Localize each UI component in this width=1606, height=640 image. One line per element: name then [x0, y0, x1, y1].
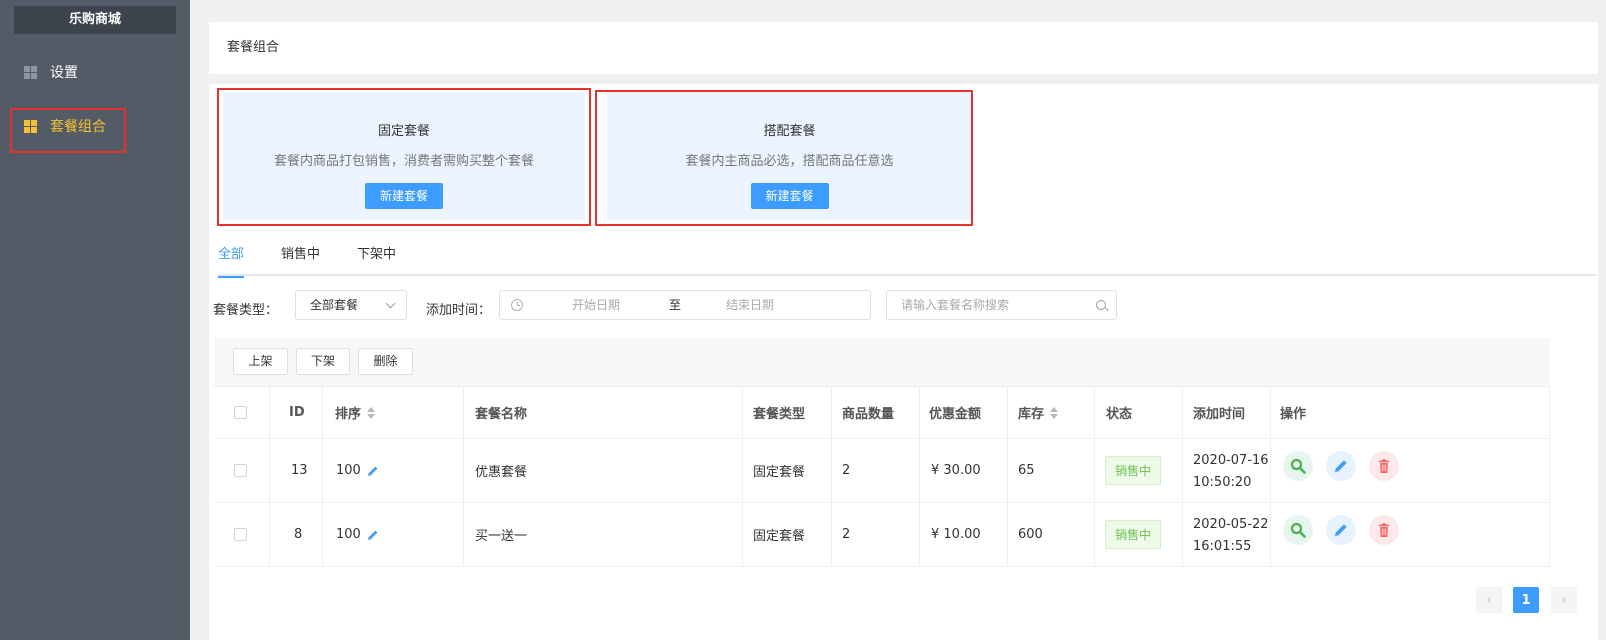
sort-value: 100 [336, 463, 361, 478]
delete-row-button[interactable] [1369, 515, 1399, 545]
row-checkbox[interactable] [234, 464, 247, 477]
off-shelf-button[interactable]: 下架 [296, 348, 350, 375]
row-checkbox[interactable] [234, 528, 247, 541]
date-separator: 至 [669, 298, 682, 312]
sort-icon[interactable] [1050, 406, 1059, 419]
column-header-name: 套餐名称 [475, 407, 528, 422]
cell-discount: ¥ 10.00 [931, 527, 981, 542]
add-time-label: 添加时间： [426, 303, 492, 318]
trash-icon [1379, 523, 1389, 537]
column-header-sort[interactable]: 排序 [335, 387, 376, 438]
cell-name: 优惠套餐 [475, 465, 528, 480]
search-icon[interactable] [1096, 300, 1106, 310]
select-all-checkbox[interactable] [234, 406, 247, 419]
sort-icon[interactable] [367, 406, 376, 419]
search-input[interactable]: 请输入套餐名称搜索 [886, 290, 1117, 320]
grid-icon [24, 65, 37, 79]
trash-icon [1379, 459, 1389, 473]
tab-on-sale[interactable]: 销售中 [281, 244, 320, 276]
column-header-actions: 操作 [1280, 407, 1307, 422]
search-icon [1290, 458, 1306, 474]
sidebar: 乐购商城 设置 套餐组合 [0, 0, 190, 640]
clock-icon [511, 299, 523, 311]
highlight-box [10, 108, 126, 153]
cell-discount: ¥ 30.00 [931, 463, 981, 478]
pencil-icon [1335, 460, 1347, 472]
column-header-discount: 优惠金额 [929, 407, 982, 422]
column-header-stock[interactable]: 库存 [1018, 387, 1059, 438]
column-header-status: 状态 [1106, 407, 1133, 422]
main-panel: 固定套餐 套餐内商品打包销售，消费者需购买整个套餐 新建套餐 搭配套餐 套餐内主… [209, 84, 1598, 640]
column-header-added: 添加时间 [1193, 407, 1246, 422]
status-tabs: 全部 销售中 下架中 [218, 244, 1596, 278]
edit-sort-icon[interactable] [367, 529, 379, 541]
cell-stock: 600 [1018, 527, 1043, 542]
column-header-count: 商品数量 [842, 407, 895, 422]
row-actions [1283, 439, 1412, 502]
pencil-icon [1335, 524, 1347, 536]
date-range-picker[interactable]: 开始日期 至 结束日期 [499, 290, 871, 320]
cell-type: 固定套餐 [753, 465, 806, 480]
cell-count: 2 [842, 527, 851, 542]
cell-added-time: 2020-07-16 10:50:20 [1193, 453, 1269, 490]
edit-button[interactable] [1326, 515, 1356, 545]
page-title: 套餐组合 [227, 40, 280, 55]
on-shelf-button[interactable]: 上架 [233, 348, 288, 375]
next-page-button[interactable]: › [1551, 587, 1577, 613]
sidebar-item-label: 设置 [50, 65, 78, 81]
tab-off-shelf[interactable]: 下架中 [357, 244, 396, 276]
sort-value: 100 [336, 527, 361, 542]
highlight-box [595, 90, 973, 226]
row-actions [1283, 503, 1412, 566]
prev-page-button[interactable]: ‹ [1476, 587, 1502, 613]
start-date-input[interactable]: 开始日期 [572, 291, 620, 319]
search-icon [1290, 522, 1306, 538]
column-header-label: 库存 [1018, 407, 1045, 422]
highlight-box [217, 88, 591, 226]
table-header-row: ID 排序 套餐名称 套餐类型 商品数量 优惠金额 库存 状态 添加时间 操作 [214, 386, 1550, 439]
page-number-button[interactable]: 1 [1513, 587, 1539, 613]
column-header-type: 套餐类型 [753, 407, 806, 422]
package-type-select[interactable]: 全部套餐 [295, 290, 407, 320]
end-date-input[interactable]: 结束日期 [726, 291, 774, 319]
delete-row-button[interactable] [1369, 451, 1399, 481]
edit-button[interactable] [1326, 451, 1356, 481]
edit-sort-icon[interactable] [367, 465, 379, 477]
page-title-bar: 套餐组合 [209, 22, 1598, 74]
package-type-label: 套餐类型： [213, 303, 279, 318]
tab-all[interactable]: 全部 [218, 244, 245, 278]
bulk-action-toolbar: 上架 下架 删除 [214, 338, 1550, 386]
cell-count: 2 [842, 463, 851, 478]
table-row: 13 100 优惠套餐 固定套餐 2 ¥ 30.00 65 销售中 2020-0… [214, 439, 1550, 503]
sidebar-item-settings[interactable]: 设置 [0, 50, 190, 94]
select-value: 全部套餐 [310, 298, 359, 312]
cell-added-time: 2020-05-22 16:01:55 [1193, 517, 1269, 554]
view-button[interactable] [1283, 451, 1313, 481]
view-button[interactable] [1283, 515, 1313, 545]
chevron-down-icon [385, 298, 396, 309]
status-badge: 销售中 [1105, 520, 1161, 549]
cell-id: 8 [294, 527, 303, 542]
cell-id: 13 [291, 463, 308, 478]
status-badge: 销售中 [1105, 456, 1161, 485]
column-header-label: 排序 [335, 407, 362, 422]
cell-type: 固定套餐 [753, 529, 806, 544]
delete-button[interactable]: 删除 [358, 348, 413, 375]
cell-stock: 65 [1018, 463, 1035, 478]
table-row: 8 100 买一送一 固定套餐 2 ¥ 10.00 600 销售中 2020-0… [214, 503, 1550, 567]
column-header-id: ID [289, 405, 305, 420]
brand-logo: 乐购商城 [14, 6, 176, 34]
search-placeholder: 请输入套餐名称搜索 [901, 298, 1010, 312]
cell-name: 买一送一 [475, 529, 528, 544]
cell-sort: 100 [336, 439, 379, 502]
cell-sort: 100 [336, 503, 379, 566]
